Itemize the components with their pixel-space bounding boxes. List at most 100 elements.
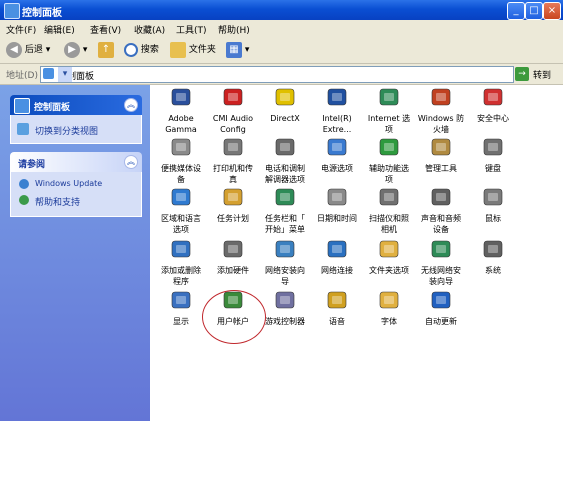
control-panel-item-label: Intel(R) Extre... bbox=[322, 114, 352, 134]
control-panel-item[interactable]: Adobe Gamma bbox=[152, 85, 210, 135]
views-icon: ▦ bbox=[226, 41, 242, 58]
mouse-icon bbox=[480, 185, 506, 211]
close-button[interactable]: × bbox=[543, 2, 561, 20]
control-panel-item[interactable]: 网络安装向 导 bbox=[256, 237, 314, 287]
folder-icon bbox=[170, 41, 186, 58]
control-panel-item-label: 辅助功能选 项 bbox=[369, 164, 409, 184]
control-panel-item[interactable]: Intel(R) Extre... bbox=[308, 85, 366, 135]
control-panel-item[interactable]: 字体 bbox=[360, 288, 418, 327]
control-panel-item-label: 日期和时间 bbox=[317, 214, 357, 223]
collapse-chevron-icon[interactable]: ︽ bbox=[124, 98, 138, 112]
see-also-panel-header[interactable]: 请参阅 ︽ bbox=[10, 152, 142, 172]
keyboard-icon bbox=[480, 135, 506, 161]
control-panel-panel-header[interactable]: 控制面板 ︽ bbox=[10, 95, 142, 115]
scheduled-tasks-icon bbox=[220, 185, 246, 211]
control-panel-item[interactable]: 系统 bbox=[464, 237, 522, 276]
control-panel-item[interactable]: 无线网络安 装向导 bbox=[412, 237, 470, 287]
control-panel-item[interactable]: Internet 选 项 bbox=[360, 85, 418, 135]
audio-config-icon bbox=[220, 85, 246, 111]
firewall-icon bbox=[428, 85, 454, 111]
accessibility-icon bbox=[376, 135, 402, 161]
forward-button[interactable]: ▶ ▾ bbox=[64, 41, 87, 59]
automatic-updates-icon bbox=[428, 288, 454, 314]
network-connections-icon bbox=[324, 237, 350, 263]
printer-icon bbox=[220, 135, 246, 161]
folders-button[interactable]: 文件夹 bbox=[170, 41, 216, 59]
control-panel-item[interactable]: CMI Audio Config bbox=[204, 85, 262, 135]
control-panel-item[interactable]: 电源选项 bbox=[308, 135, 366, 174]
control-panel-item-label: 添加或删除 程序 bbox=[161, 266, 201, 286]
security-center-icon bbox=[480, 85, 506, 111]
control-panel-item[interactable]: 任务计划 bbox=[204, 185, 262, 224]
search-button[interactable]: 搜索 bbox=[124, 41, 159, 59]
menu-tools[interactable]: 工具(T) bbox=[176, 23, 207, 36]
menu-file[interactable]: 文件(F) bbox=[6, 23, 36, 36]
control-panel-item-label: 安全中心 bbox=[477, 114, 509, 123]
control-panel-item[interactable]: 文件夹选项 bbox=[360, 237, 418, 276]
display-icon bbox=[168, 288, 194, 314]
collapse-chevron-icon[interactable]: ︽ bbox=[124, 155, 138, 169]
windows-update-icon bbox=[19, 179, 29, 189]
up-folder-button[interactable]: ↑ bbox=[98, 41, 114, 59]
control-panel-item[interactable]: 安全中心 bbox=[464, 85, 522, 124]
control-panel-header-icon bbox=[14, 98, 30, 114]
control-panel-panel-body: 切换到分类视图 bbox=[10, 115, 142, 144]
menu-view[interactable]: 查看(V) bbox=[90, 23, 121, 36]
control-panel-item-label: 声音和音频 设备 bbox=[421, 214, 461, 234]
control-panel-item[interactable]: 管理工具 bbox=[412, 135, 470, 174]
back-button[interactable]: ◀ 后退 ▾ bbox=[6, 41, 50, 59]
minimize-button[interactable]: _ bbox=[507, 2, 525, 20]
menu-favorites[interactable]: 收藏(A) bbox=[134, 23, 165, 36]
control-panel-item[interactable]: 声音和音频 设备 bbox=[412, 185, 470, 235]
control-panel-item[interactable]: 添加或删除 程序 bbox=[152, 237, 210, 287]
menu-bar: 文件(F) 编辑(E) 查看(V) 收藏(A) 工具(T) 帮助(H) bbox=[0, 20, 563, 55]
monitor-icon bbox=[168, 85, 194, 111]
windows-update-link[interactable]: Windows Update bbox=[35, 179, 102, 188]
control-panel-item[interactable]: 鼠标 bbox=[464, 185, 522, 224]
control-panel-item-label: Internet 选 项 bbox=[367, 114, 411, 134]
switch-category-view-link[interactable]: 切换到分类视图 bbox=[35, 124, 98, 137]
sidebar: 控制面板 ︽ 切换到分类视图 请参阅 ︽ Windows Update 帮助和支… bbox=[0, 85, 150, 492]
control-panel-item-label: 添加硬件 bbox=[217, 266, 249, 275]
back-label: 后退 bbox=[24, 45, 43, 55]
go-arrow-icon[interactable]: → bbox=[515, 67, 529, 81]
control-panel-item[interactable]: 语音 bbox=[308, 288, 366, 327]
control-panel-item[interactable]: 电话和调制 解调器选项 bbox=[256, 135, 314, 185]
control-panel-item-label: 鼠标 bbox=[485, 214, 501, 223]
maximize-button[interactable]: □ bbox=[525, 2, 543, 20]
control-panel-item[interactable]: 显示 bbox=[152, 288, 210, 327]
control-panel-item[interactable]: 键盘 bbox=[464, 135, 522, 174]
control-panel-item-label: 任务栏和「 开始」菜单 bbox=[265, 214, 305, 234]
control-panel-item-label: 无线网络安 装向导 bbox=[421, 266, 461, 286]
views-button[interactable]: ▦ ▾ bbox=[226, 41, 249, 59]
menu-edit[interactable]: 编辑(E) bbox=[44, 23, 75, 36]
control-panel-item[interactable]: 网络连接 bbox=[308, 237, 366, 276]
control-panel-icon bbox=[4, 3, 20, 19]
control-panel-items: Adobe Gamma CMI Audio Config DirectX Intel(… bbox=[150, 85, 563, 421]
menu-help[interactable]: 帮助(H) bbox=[218, 23, 250, 36]
search-icon bbox=[124, 42, 138, 57]
control-panel-item-label: 打印机和传 真 bbox=[213, 164, 253, 184]
control-panel-item[interactable]: 任务栏和「 开始」菜单 bbox=[256, 185, 314, 235]
address-dropdown-icon[interactable]: ▾ bbox=[58, 67, 72, 82]
control-panel-item[interactable]: 辅助功能选 项 bbox=[360, 135, 418, 185]
control-panel-panel: 控制面板 ︽ 切换到分类视图 bbox=[10, 95, 142, 144]
control-panel-panel-title: 控制面板 bbox=[34, 103, 71, 113]
go-button[interactable]: 转到 bbox=[533, 68, 551, 81]
help-support-link[interactable]: 帮助和支持 bbox=[35, 195, 80, 208]
control-panel-item[interactable]: 日期和时间 bbox=[308, 185, 366, 224]
control-panel-item[interactable]: 添加硬件 bbox=[204, 237, 262, 276]
control-panel-item[interactable]: 打印机和传 真 bbox=[204, 135, 262, 185]
control-panel-item[interactable]: DirectX bbox=[256, 85, 314, 124]
control-panel-item[interactable]: 扫描仪和照 相机 bbox=[360, 185, 418, 235]
add-remove-programs-icon bbox=[168, 237, 194, 263]
control-panel-item[interactable]: 区域和语言 选项 bbox=[152, 185, 210, 235]
control-panel-item[interactable]: 自动更新 bbox=[412, 288, 470, 327]
control-panel-item[interactable]: 便携媒体设 备 bbox=[152, 135, 210, 185]
control-panel-item-label: 字体 bbox=[381, 317, 397, 326]
control-panel-item-label: 网络连接 bbox=[321, 266, 353, 275]
control-panel-item-label: Windows 防 火墙 bbox=[417, 114, 465, 134]
address-field[interactable]: 控制面板 ▾ bbox=[40, 66, 514, 83]
control-panel-item[interactable]: Windows 防 火墙 bbox=[412, 85, 470, 135]
control-panel-item-label: 语音 bbox=[329, 317, 345, 326]
